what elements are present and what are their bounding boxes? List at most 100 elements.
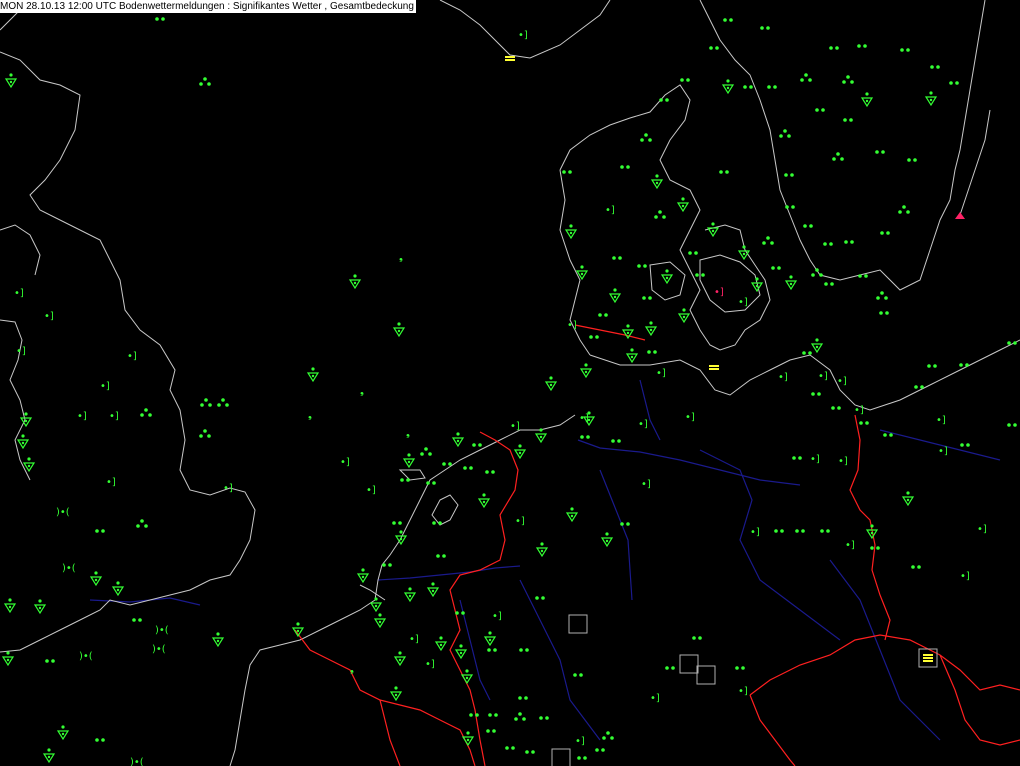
recent-rain-icon: •] bbox=[14, 288, 24, 299]
rain-dots-icon bbox=[426, 481, 436, 485]
recent-rain-icon: •] bbox=[605, 205, 615, 216]
rain-dots-icon bbox=[829, 46, 839, 50]
fog-icon bbox=[709, 365, 719, 370]
rain-dots-icon bbox=[611, 439, 621, 443]
rain-dots-icon bbox=[959, 363, 969, 367]
recent-rain-icon: •] bbox=[109, 411, 119, 422]
rain-shower-icon bbox=[42, 748, 56, 764]
rain-shower-icon bbox=[89, 571, 103, 587]
rain-dots-icon bbox=[875, 150, 885, 154]
rain-shower-icon bbox=[373, 613, 387, 629]
rain-dots-icon bbox=[654, 210, 666, 219]
shower-hourglass-icon: )•( bbox=[155, 625, 169, 636]
rain-dots-icon bbox=[577, 756, 587, 760]
rain-shower-icon bbox=[565, 507, 579, 523]
rain-dots-icon bbox=[598, 313, 608, 317]
recent-rain-icon: •] bbox=[575, 736, 585, 747]
rain-dots-icon bbox=[784, 173, 794, 177]
recent-rain-icon: •] bbox=[223, 483, 233, 494]
rain-dots-icon bbox=[136, 519, 148, 528]
rain-dots-icon bbox=[927, 364, 937, 368]
fog-icon bbox=[505, 56, 515, 61]
rain-shower-icon bbox=[454, 644, 468, 660]
rain-dots-icon bbox=[719, 170, 729, 174]
rain-shower-icon bbox=[477, 493, 491, 509]
rain-dots-icon bbox=[620, 522, 630, 526]
rain-dots-icon bbox=[792, 456, 802, 460]
rain-shower-icon bbox=[402, 453, 416, 469]
rain-dots-icon bbox=[842, 75, 854, 84]
rain-dots-icon bbox=[525, 750, 535, 754]
rain-dots-icon bbox=[930, 65, 940, 69]
recent-rain-icon: •] bbox=[515, 516, 525, 527]
drizzle-icon: ❟ bbox=[399, 252, 403, 263]
rain-dots-icon bbox=[442, 462, 452, 466]
rain-shower-icon bbox=[348, 274, 362, 290]
recent-rain-icon: •] bbox=[366, 485, 376, 496]
map-canvas: •] •] ❟ •] •] •] •] •] •] ❟ •] •] •] •] •] •] •] ❟ •] •] •] •… bbox=[0, 0, 1020, 766]
rain-shower-icon bbox=[356, 568, 370, 584]
rain-shower-icon bbox=[677, 308, 691, 324]
rain-dots-icon bbox=[823, 242, 833, 246]
rain-dots-icon bbox=[880, 231, 890, 235]
rain-shower-icon bbox=[660, 269, 674, 285]
rain-dots-icon bbox=[735, 666, 745, 670]
rain-dots-icon bbox=[486, 729, 496, 733]
map-title: MON 28.10.13 12:00 UTC Bodenwettermeldun… bbox=[0, 0, 416, 13]
rain-dots-icon bbox=[392, 521, 402, 525]
rain-shower-icon bbox=[1, 651, 15, 667]
recent-rain-icon: •] bbox=[960, 571, 970, 582]
rain-dots-icon bbox=[771, 266, 781, 270]
rain-shower-icon bbox=[451, 432, 465, 448]
weather-map: •] •] ❟ •] •] •] •] •] •] ❟ •] •] •] •] •] •] •] ❟ •] •] •] •… bbox=[0, 0, 1020, 766]
shower-hourglass-icon: )•( bbox=[152, 644, 166, 655]
rain-dots-icon bbox=[595, 748, 605, 752]
shower-hourglass-icon: )•( bbox=[130, 757, 144, 766]
rain-dots-icon bbox=[688, 251, 698, 255]
rain-dots-icon bbox=[647, 350, 657, 354]
rain-dots-icon bbox=[95, 738, 105, 742]
recent-rain-icon: •] bbox=[127, 351, 137, 362]
rain-shower-icon bbox=[56, 725, 70, 741]
rain-dots-icon bbox=[400, 478, 410, 482]
recent-rain-icon: •] bbox=[638, 419, 648, 430]
rain-shower-icon bbox=[600, 532, 614, 548]
rain-dots-icon bbox=[472, 443, 482, 447]
rain-dots-icon bbox=[580, 435, 590, 439]
rain-shower-icon bbox=[737, 245, 751, 261]
rain-dots-icon bbox=[420, 447, 432, 456]
rain-dots-icon bbox=[843, 118, 853, 122]
rain-dots-icon bbox=[488, 713, 498, 717]
rain-dots-icon bbox=[803, 224, 813, 228]
rain-dots-icon bbox=[199, 429, 211, 438]
rain-dots-icon bbox=[659, 98, 669, 102]
rain-shower-icon bbox=[784, 275, 798, 291]
rain-shower-icon bbox=[4, 73, 18, 89]
rain-dots-icon bbox=[832, 152, 844, 161]
rain-dots-icon bbox=[640, 133, 652, 142]
rain-shower-icon bbox=[513, 444, 527, 460]
rain-dots-icon bbox=[132, 618, 142, 622]
rain-dots-icon bbox=[612, 256, 622, 260]
rain-dots-icon bbox=[680, 78, 690, 82]
rain-shower-icon bbox=[535, 542, 549, 558]
rain-dots-icon bbox=[602, 731, 614, 740]
rain-dots-icon bbox=[519, 648, 529, 652]
shower-hourglass-icon: )•( bbox=[56, 507, 70, 518]
rain-shower-icon bbox=[924, 91, 938, 107]
rain-dots-icon bbox=[879, 311, 889, 315]
rain-shower-icon bbox=[544, 376, 558, 392]
recent-rain-icon: •] bbox=[778, 372, 788, 383]
recent-rain-icon: •] bbox=[510, 421, 520, 432]
rain-shower-icon bbox=[483, 631, 497, 647]
rain-dots-icon bbox=[844, 240, 854, 244]
rain-dots-icon bbox=[665, 666, 675, 670]
rain-dots-icon bbox=[382, 563, 392, 567]
rain-dots-icon bbox=[562, 170, 572, 174]
rain-shower-icon bbox=[721, 79, 735, 95]
rain-shower-icon bbox=[426, 582, 440, 598]
recent-rain-icon: •] bbox=[685, 412, 695, 423]
recent-rain-icon: •] bbox=[938, 446, 948, 457]
recent-rain-icon: •] bbox=[77, 411, 87, 422]
recent-rain-icon: •] bbox=[738, 297, 748, 308]
